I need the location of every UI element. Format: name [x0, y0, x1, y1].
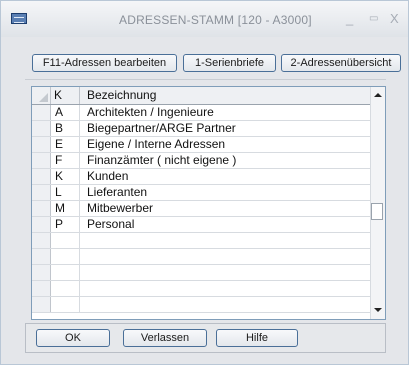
- maximize-icon[interactable]: ▭: [369, 12, 378, 26]
- table-row[interactable]: M Mitbewerber: [32, 201, 372, 217]
- address-overview-button[interactable]: 2-Adressenübersicht: [281, 54, 401, 72]
- cell-bezeichnung[interactable]: Kunden: [81, 169, 372, 184]
- table-window-icon[interactable]: [11, 13, 27, 24]
- row-selector[interactable]: [32, 281, 51, 296]
- cell-bezeichnung[interactable]: [81, 233, 372, 248]
- close-icon[interactable]: X: [390, 12, 399, 26]
- cell-k[interactable]: [51, 265, 80, 280]
- row-selector[interactable]: [32, 217, 51, 232]
- grid-header: K Bezeichnung: [32, 87, 372, 105]
- table-row[interactable]: [32, 249, 372, 265]
- row-selector[interactable]: [32, 265, 51, 280]
- cell-k[interactable]: P: [51, 217, 80, 232]
- row-selector[interactable]: [32, 297, 51, 312]
- button-bar: OK Verlassen Hilfe: [25, 323, 386, 353]
- cell-k[interactable]: [51, 281, 80, 296]
- edit-addresses-button[interactable]: F11-Adressen bearbeiten: [32, 54, 177, 72]
- column-header-bezeichnung[interactable]: Bezeichnung: [81, 87, 372, 104]
- cell-bezeichnung[interactable]: Architekten / Ingenieure: [81, 105, 372, 120]
- arrow-down-icon[interactable]: [374, 308, 382, 312]
- table-row[interactable]: [32, 233, 372, 249]
- cell-bezeichnung[interactable]: Finanzämter ( nicht eigene ): [81, 153, 372, 168]
- row-selector[interactable]: [32, 105, 51, 120]
- column-header-k[interactable]: K: [51, 87, 80, 104]
- table-row[interactable]: [32, 281, 372, 297]
- cell-k[interactable]: F: [51, 153, 80, 168]
- table-row[interactable]: F Finanzämter ( nicht eigene ): [32, 153, 372, 169]
- table-row[interactable]: E Eigene / Interne Adressen: [32, 137, 372, 153]
- grid-rows: A Architekten / Ingenieure B Biegepartner/A…: [32, 105, 372, 313]
- row-selector[interactable]: [32, 153, 51, 168]
- cell-bezeichnung[interactable]: Eigene / Interne Adressen: [81, 137, 372, 152]
- cell-k[interactable]: B: [51, 121, 80, 136]
- cell-bezeichnung[interactable]: Personal: [81, 217, 372, 232]
- cell-k[interactable]: [51, 297, 80, 312]
- help-button[interactable]: Hilfe: [216, 329, 298, 347]
- row-selector[interactable]: [32, 169, 51, 184]
- row-selector[interactable]: [32, 121, 51, 136]
- toolbar-separator: [25, 79, 386, 80]
- select-all-corner[interactable]: [32, 87, 51, 104]
- table-row[interactable]: A Architekten / Ingenieure: [32, 105, 372, 121]
- cell-k[interactable]: [51, 233, 80, 248]
- row-selector[interactable]: [32, 233, 51, 248]
- table-row[interactable]: L Lieferanten: [32, 185, 372, 201]
- cell-bezeichnung[interactable]: [81, 297, 372, 312]
- cell-bezeichnung[interactable]: Lieferanten: [81, 185, 372, 200]
- scrollbar-thumb[interactable]: [371, 203, 383, 220]
- row-selector[interactable]: [32, 201, 51, 216]
- cell-k[interactable]: M: [51, 201, 80, 216]
- cell-bezeichnung[interactable]: [81, 281, 372, 296]
- address-master-window: ADRESSEN-STAMM [120 - A3000] _ ▭ X F11-A…: [0, 0, 409, 365]
- row-selector[interactable]: [32, 137, 51, 152]
- arrow-up-icon[interactable]: [374, 93, 382, 97]
- cell-bezeichnung[interactable]: Mitbewerber: [81, 201, 372, 216]
- table-row[interactable]: [32, 297, 372, 313]
- minimize-icon[interactable]: _: [346, 12, 353, 26]
- table-row[interactable]: K Kunden: [32, 169, 372, 185]
- serial-letters-button[interactable]: 1-Serienbriefe: [183, 54, 276, 72]
- ok-button[interactable]: OK: [36, 329, 110, 347]
- table-row[interactable]: B Biegepartner/ARGE Partner: [32, 121, 372, 137]
- table-row[interactable]: P Personal: [32, 217, 372, 233]
- vertical-scrollbar[interactable]: [370, 87, 385, 319]
- window-title: ADRESSEN-STAMM [120 - A3000]: [119, 13, 312, 27]
- title-bar[interactable]: ADRESSEN-STAMM [120 - A3000] _ ▭ X: [1, 1, 408, 37]
- cell-k[interactable]: L: [51, 185, 80, 200]
- cell-bezeichnung[interactable]: [81, 249, 372, 264]
- row-selector[interactable]: [32, 249, 51, 264]
- address-category-grid[interactable]: K Bezeichnung A Architekten / Ingenieure B…: [31, 86, 386, 320]
- cell-k[interactable]: E: [51, 137, 80, 152]
- cell-k[interactable]: K: [51, 169, 80, 184]
- row-selector[interactable]: [32, 185, 51, 200]
- table-row[interactable]: [32, 265, 372, 281]
- cell-k[interactable]: [51, 249, 80, 264]
- leave-button[interactable]: Verlassen: [123, 329, 207, 347]
- cell-k[interactable]: A: [51, 105, 80, 120]
- cell-bezeichnung[interactable]: Biegepartner/ARGE Partner: [81, 121, 372, 136]
- cell-bezeichnung[interactable]: [81, 265, 372, 280]
